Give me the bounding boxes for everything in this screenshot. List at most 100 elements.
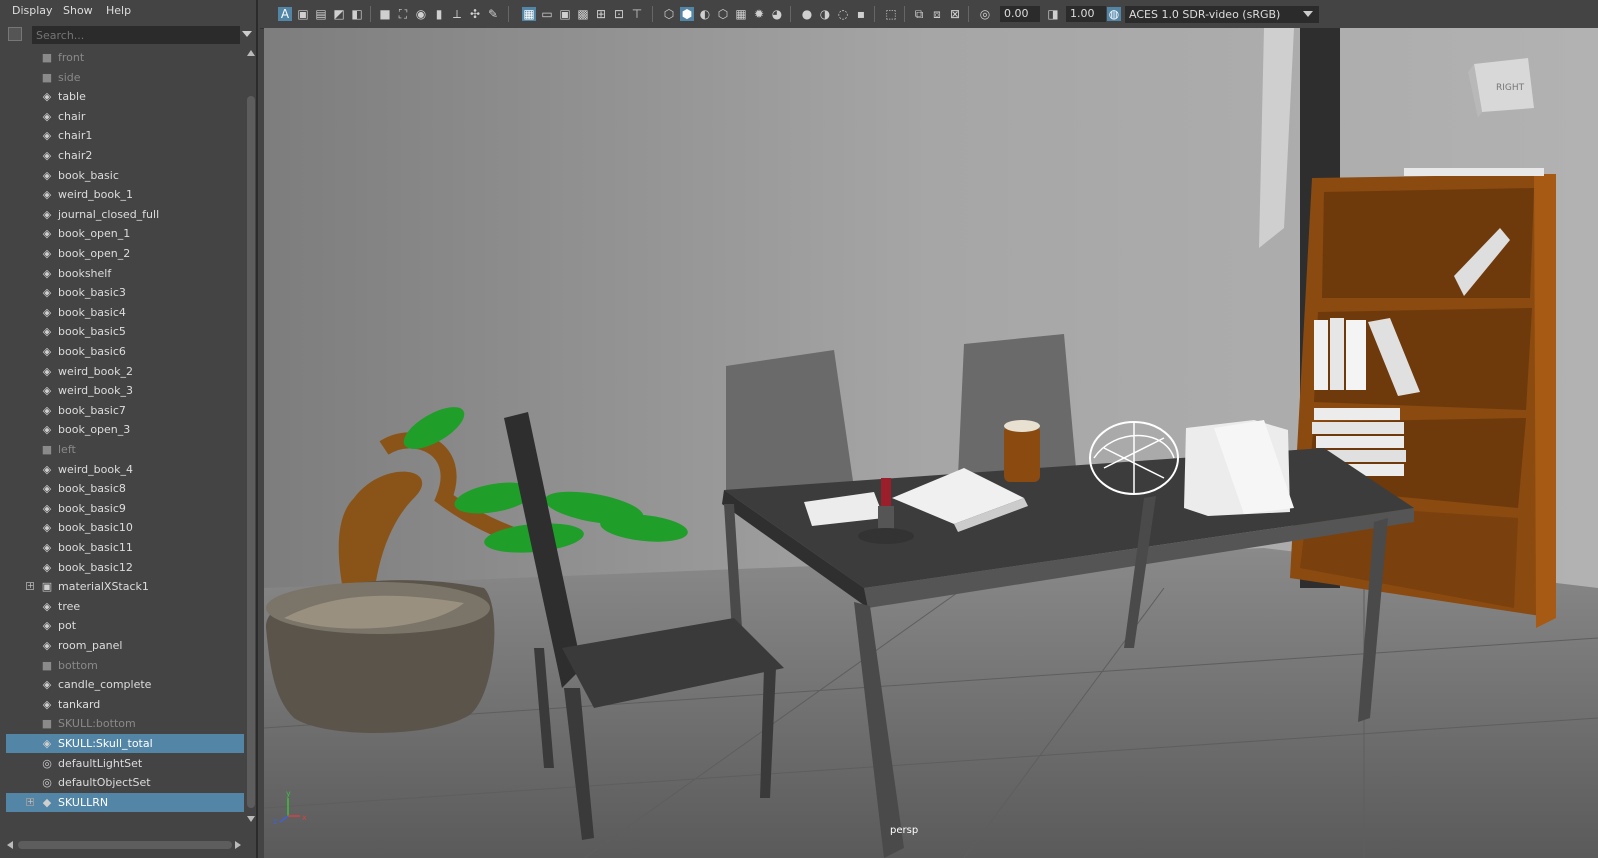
shadows-icon[interactable]: ◕ xyxy=(770,7,784,21)
xray-joints-icon[interactable]: ⧈ xyxy=(930,7,944,21)
resolution-gate-icon[interactable]: ▣ xyxy=(558,7,572,21)
smooth-shade-icon[interactable]: ⬢ xyxy=(680,7,694,21)
outliner-item[interactable]: ◈ book_basic9 xyxy=(6,499,244,518)
scroll-left-arrow-icon[interactable] xyxy=(7,841,13,849)
outliner-item[interactable]: ◈ chair2 xyxy=(6,146,244,165)
isolate-select-icon[interactable]: ⬚ xyxy=(884,7,898,21)
outliner-horizontal-scrollbar[interactable] xyxy=(6,838,246,852)
perspective-viewport[interactable]: RIGHT y x z persp xyxy=(264,28,1598,858)
film-gate-icon[interactable]: ▭ xyxy=(540,7,554,21)
outliner-item[interactable]: ■ left xyxy=(6,440,244,459)
horizontal-scroll-thumb[interactable] xyxy=(18,841,232,849)
outliner-item[interactable]: ◈ book_basic7 xyxy=(6,401,244,420)
outliner-item[interactable]: ■ front xyxy=(6,48,244,67)
anti-aliasing-icon[interactable]: ◌ xyxy=(836,7,850,21)
outliner-item[interactable]: ◈ book_basic5 xyxy=(6,322,244,341)
field-chart-icon[interactable]: ⊞ xyxy=(594,7,608,21)
gamma-field[interactable]: 1.00 xyxy=(1066,6,1106,22)
outliner-item[interactable]: ◈ table xyxy=(6,87,244,106)
outliner-item[interactable]: ◈ candle_complete xyxy=(6,675,244,694)
outliner-item[interactable]: + ◆ SKULLRN xyxy=(6,792,244,812)
camera-icon[interactable]: ⛶ xyxy=(396,7,410,21)
menu-help[interactable]: Help xyxy=(106,4,131,17)
outliner-item[interactable]: + ▣ materialXStack1 xyxy=(6,577,244,596)
outliner-item[interactable]: ◈ weird_book_2 xyxy=(6,362,244,381)
outliner-item[interactable]: ◈ book_open_1 xyxy=(6,224,244,243)
exposure-field[interactable]: 0.00 xyxy=(1000,6,1040,22)
outliner-item[interactable]: ◎ defaultObjectSet xyxy=(6,773,244,792)
outliner-item[interactable]: ◈ room_panel xyxy=(6,636,244,655)
snapshot-icon[interactable]: ⟂ xyxy=(450,7,464,21)
image-plane-icon[interactable]: ◩ xyxy=(332,7,346,21)
search-options-dropdown-icon[interactable] xyxy=(242,31,252,37)
textured-icon[interactable]: ▦ xyxy=(734,7,748,21)
outliner-item[interactable]: ◈ book_basic8 xyxy=(6,479,244,498)
outliner-item[interactable]: ◈ book_basic3 xyxy=(6,283,244,302)
expand-icon[interactable]: + xyxy=(26,797,34,806)
view-transform-dropdown-icon[interactable] xyxy=(1303,11,1313,17)
outliner-item[interactable]: ◈ tankard xyxy=(6,695,244,714)
outliner-item[interactable]: ◈ weird_book_3 xyxy=(6,381,244,400)
outliner-item[interactable]: ◈ SKULL:Skull_total xyxy=(6,734,244,753)
grease-pencil-icon[interactable]: ■ xyxy=(378,7,392,21)
axis-z-label: z xyxy=(273,817,277,826)
bookmarks-icon[interactable]: ▤ xyxy=(314,7,328,21)
outliner-item[interactable]: ■ side xyxy=(6,68,244,87)
transform-tool-icon[interactable]: ✣ xyxy=(468,7,482,21)
outliner-item[interactable]: ◈ weird_book_1 xyxy=(6,185,244,204)
outliner-item[interactable]: ◈ book_basic11 xyxy=(6,538,244,557)
camera-attributes-icon[interactable]: ▣ xyxy=(296,7,310,21)
outliner-item[interactable]: ◈ chair1 xyxy=(6,126,244,145)
gate-mask-icon[interactable]: ▩ xyxy=(576,7,590,21)
view-transform-select[interactable]: ACES 1.0 SDR-video (sRGB) xyxy=(1125,6,1319,23)
exposure-icon[interactable]: ◎ xyxy=(978,7,992,21)
outliner-item[interactable]: ■ SKULL:bottom xyxy=(6,714,244,733)
outliner-item[interactable]: ◈ pot xyxy=(6,616,244,635)
lock-camera-icon[interactable]: ◉ xyxy=(414,7,428,21)
outliner-item[interactable]: ◈ book_basic4 xyxy=(6,303,244,322)
2d-pan-zoom-icon[interactable]: ◧ xyxy=(350,7,364,21)
scroll-up-arrow-icon[interactable] xyxy=(247,50,255,56)
depth-of-field-icon[interactable]: ▪ xyxy=(854,7,868,21)
outliner-item-label: book_basic3 xyxy=(58,286,126,300)
outliner-item[interactable]: ◈ bookshelf xyxy=(6,264,244,283)
scroll-right-arrow-icon[interactable] xyxy=(235,841,241,849)
safe-title-icon[interactable]: ⊤ xyxy=(630,7,644,21)
outliner-item[interactable]: ◈ book_open_2 xyxy=(6,244,244,263)
motion-blur-icon[interactable]: ◑ xyxy=(818,7,832,21)
xray-active-icon[interactable]: ⊠ xyxy=(948,7,962,21)
search-input[interactable] xyxy=(32,26,240,44)
bookmark-icon[interactable]: ▮ xyxy=(432,7,446,21)
grid-icon[interactable]: ▦ xyxy=(522,7,536,21)
expand-icon[interactable]: + xyxy=(26,582,34,591)
menu-show[interactable]: Show xyxy=(63,4,93,17)
wireframe-icon[interactable]: ⬡ xyxy=(662,7,676,21)
gamma-icon[interactable]: ◨ xyxy=(1046,7,1060,21)
outliner-vertical-scrollbar[interactable] xyxy=(246,48,256,828)
outliner-item[interactable]: ◈ tree xyxy=(6,597,244,616)
wireframe-on-shaded-icon[interactable]: ⬡ xyxy=(716,7,730,21)
outliner-item[interactable]: ◎ defaultLightSet xyxy=(6,754,244,773)
scroll-thumb[interactable] xyxy=(247,96,255,808)
pencil-icon[interactable]: ✎ xyxy=(486,7,500,21)
outliner-item[interactable]: ◈ book_basic xyxy=(6,166,244,185)
ambient-occlusion-icon[interactable]: ● xyxy=(800,7,814,21)
outliner-item[interactable]: ◈ chair xyxy=(6,107,244,126)
outliner-item[interactable]: ◈ weird_book_4 xyxy=(6,460,244,479)
xray-icon[interactable]: ⧉ xyxy=(912,7,926,21)
outliner-item[interactable]: ◈ journal_closed_full xyxy=(6,205,244,224)
default-material-icon[interactable]: ◐ xyxy=(698,7,712,21)
outliner-item[interactable]: ■ bottom xyxy=(6,656,244,675)
lights-icon[interactable]: ✹ xyxy=(752,7,766,21)
outliner-item[interactable]: ◈ book_open_3 xyxy=(6,420,244,439)
outliner-item-label: book_basic9 xyxy=(58,501,126,515)
scroll-down-arrow-icon[interactable] xyxy=(247,816,255,822)
search-filter-toggle-icon[interactable] xyxy=(8,27,22,41)
menu-display[interactable]: Display xyxy=(12,4,53,17)
safe-action-icon[interactable]: ⊡ xyxy=(612,7,626,21)
color-management-icon[interactable]: ◍ xyxy=(1107,7,1121,21)
outliner-item[interactable]: ◈ book_basic10 xyxy=(6,518,244,537)
outliner-item[interactable]: ◈ book_basic6 xyxy=(6,342,244,361)
outliner-item[interactable]: ◈ book_basic12 xyxy=(6,558,244,577)
select-camera-icon[interactable]: A xyxy=(278,7,292,21)
